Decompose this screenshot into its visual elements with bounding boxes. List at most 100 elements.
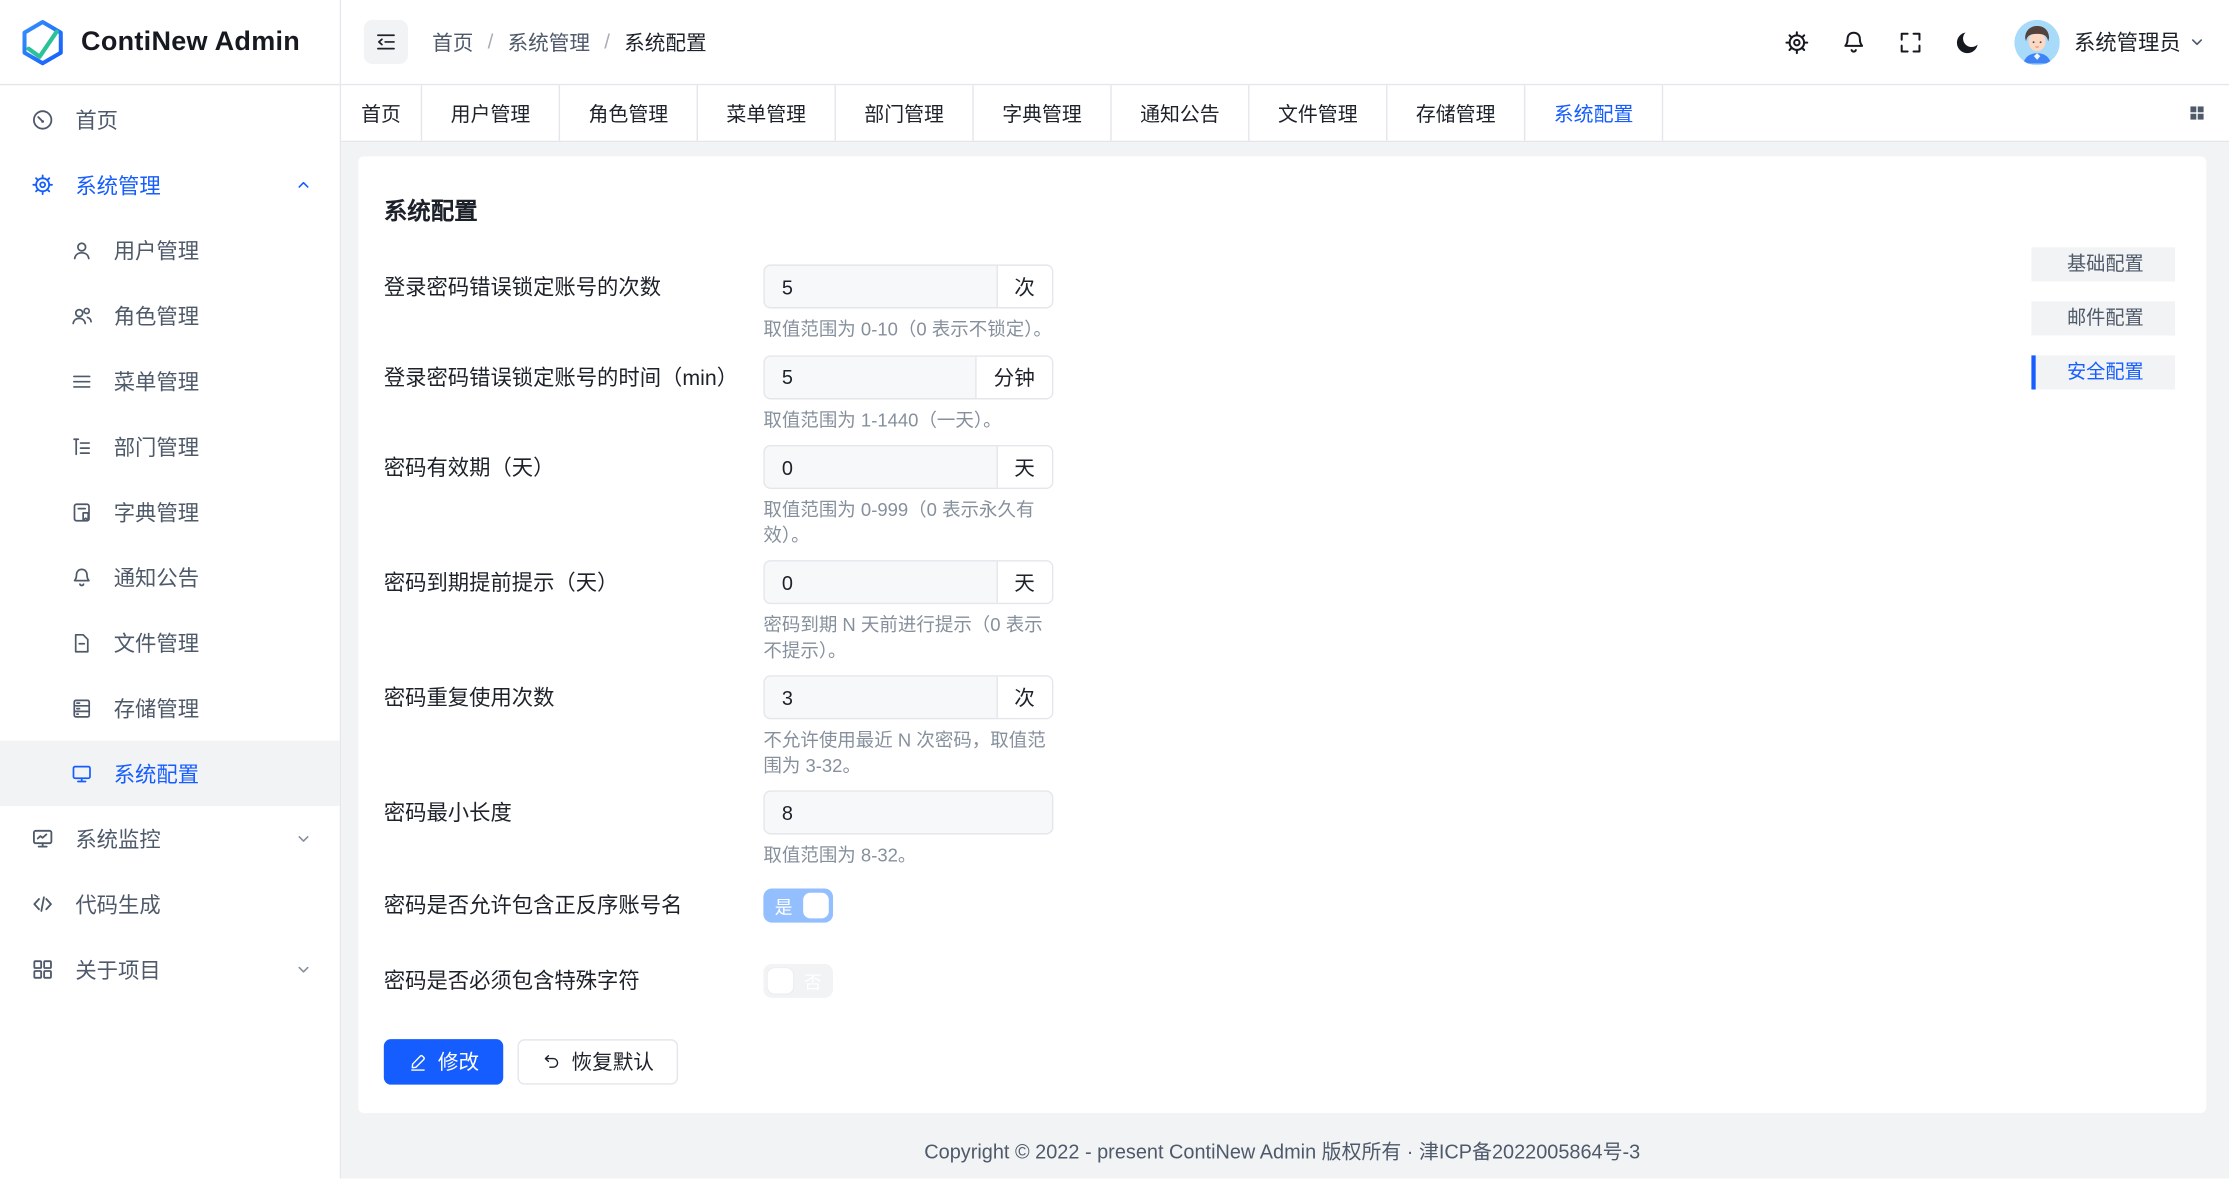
field-hint: 不允许使用最近 N 次密码，取值范围为 3-32。 <box>763 728 1059 778</box>
reset-default-button[interactable]: 恢复默认 <box>517 1038 678 1083</box>
config-form: 登录密码错误锁定账号的次数5次取值范围为 0-10（0 表示不锁定）。登录密码错… <box>384 264 2181 997</box>
app-window: ContiNew Admin 首页系统管理用户管理角色管理菜单管理部门管理字典管… <box>0 0 2229 1179</box>
input-unit: 天 <box>996 446 1052 487</box>
input-password-expiration-warning-days[interactable]: 0天 <box>763 560 1053 604</box>
field-label: 密码是否允许包含正反序账号名 <box>384 890 764 920</box>
input-password-expiration-days[interactable]: 0天 <box>763 445 1053 489</box>
avatar[interactable] <box>2014 19 2059 64</box>
tab-user-management[interactable]: 用户管理 <box>422 85 560 140</box>
sidebar-item-home[interactable]: 首页 <box>0 87 340 152</box>
sidebar-subitem-label: 用户管理 <box>114 235 199 265</box>
tab-dict-management[interactable]: 字典管理 <box>974 85 1112 140</box>
breadcrumb-item-home[interactable]: 首页 <box>432 27 473 57</box>
tree-icon <box>70 434 94 458</box>
save-button[interactable]: 修改 <box>384 1038 503 1083</box>
anchor-item-mail-config[interactable]: 邮件配置 <box>2031 301 2175 335</box>
input-value: 3 <box>765 677 996 718</box>
fullscreen-button[interactable] <box>1888 18 1935 65</box>
page-title: 系统配置 <box>384 192 2181 226</box>
sidebar-subitem-label: 存储管理 <box>114 693 199 723</box>
gear-icon <box>30 172 56 198</box>
input-value: 8 <box>765 792 1052 833</box>
sidebar-subitem-notice[interactable]: 通知公告 <box>0 544 340 609</box>
fullscreen-icon <box>1897 28 1925 56</box>
input-password-repetition-times[interactable]: 3次 <box>763 675 1053 719</box>
sidebar: ContiNew Admin 首页系统管理用户管理角色管理菜单管理部门管理字典管… <box>0 0 341 1178</box>
edit-icon <box>408 1051 428 1071</box>
form-actions: 修改 恢复默认 <box>384 1038 2181 1083</box>
input-login-lock-minutes[interactable]: 5分钟 <box>763 355 1053 399</box>
sidebar-subitem-storage-management[interactable]: 存储管理 <box>0 675 340 740</box>
switch-state-text: 否 <box>804 967 822 994</box>
sidebar-collapse-button[interactable] <box>364 20 408 64</box>
chevron-down-icon <box>2188 33 2206 51</box>
logo-icon <box>18 18 66 66</box>
input-value: 0 <box>765 446 996 487</box>
input-unit: 天 <box>996 562 1052 603</box>
breadcrumb-separator: / <box>604 31 610 54</box>
copyright-text: Copyright © 2022 - present ContiNew Admi… <box>924 1137 1640 1165</box>
bell-icon <box>70 565 94 589</box>
tab-storage-management[interactable]: 存储管理 <box>1387 85 1525 140</box>
sidebar-subitem-system-config[interactable]: 系统配置 <box>0 741 340 806</box>
switch-knob <box>803 892 829 918</box>
tab-role-management[interactable]: 角色管理 <box>560 85 698 140</box>
code-icon <box>30 891 56 917</box>
switch-knob <box>768 967 794 993</box>
sidebar-subitem-dept-management[interactable]: 部门管理 <box>0 414 340 479</box>
switch-password-allow-contain-username[interactable]: 是 <box>763 888 833 922</box>
breadcrumb: 首页/系统管理/系统配置 <box>432 27 706 57</box>
chevron-up-icon <box>294 176 312 194</box>
breadcrumb-item-system-management[interactable]: 系统管理 <box>508 27 590 57</box>
anchor-item-basic-config[interactable]: 基础配置 <box>2031 247 2175 281</box>
input-value: 5 <box>765 356 975 397</box>
app-title: ContiNew Admin <box>81 26 300 57</box>
sidebar-subitem-label: 系统配置 <box>114 758 199 788</box>
monitor-icon <box>70 761 94 785</box>
tab-file-management[interactable]: 文件管理 <box>1250 85 1388 140</box>
undo-icon <box>542 1051 562 1071</box>
dict-icon <box>70 500 94 524</box>
anchor-item-security-config[interactable]: 安全配置 <box>2031 355 2175 389</box>
sidebar-subitem-menu-management[interactable]: 菜单管理 <box>0 348 340 413</box>
dark-mode-button[interactable] <box>1945 18 1992 65</box>
sidebar-item-label: 关于项目 <box>75 955 160 985</box>
topbar-actions: 系统管理员 <box>1764 18 2206 65</box>
sidebar-menu: 首页系统管理用户管理角色管理菜单管理部门管理字典管理通知公告文件管理存储管理系统… <box>0 85 340 1002</box>
sidebar-subitem-user-management[interactable]: 用户管理 <box>0 217 340 282</box>
users-icon <box>70 304 94 328</box>
config-card: 系统配置 登录密码错误锁定账号的次数5次取值范围为 0-10（0 表示不锁定）。… <box>358 156 2206 1112</box>
field-hint: 密码到期 N 天前进行提示（0 表示不提示）。 <box>763 613 1059 663</box>
form-field-login-lock-minutes: 登录密码错误锁定账号的时间（min）5分钟取值范围为 1-1440（一天）。 <box>384 355 2181 432</box>
sidebar-item-code-generation[interactable]: 代码生成 <box>0 871 340 936</box>
switch-state-text: 是 <box>775 891 793 918</box>
sidebar-subitem-role-management[interactable]: 角色管理 <box>0 283 340 348</box>
tab-menu-management[interactable]: 菜单管理 <box>698 85 836 140</box>
user-menu[interactable]: 系统管理员 <box>2074 27 2206 57</box>
sidebar-subitem-file-management[interactable]: 文件管理 <box>0 610 340 675</box>
sidebar-subitem-dict-management[interactable]: 字典管理 <box>0 479 340 544</box>
switch-password-require-special-char[interactable]: 否 <box>763 963 833 997</box>
field-label: 密码是否必须包含特殊字符 <box>384 965 764 995</box>
sidebar-item-system-management[interactable]: 系统管理 <box>0 152 340 217</box>
topbar: 首页/系统管理/系统配置 系统管理员 <box>341 0 2229 85</box>
sidebar-item-about-project[interactable]: 关于项目 <box>0 937 340 1002</box>
form-field-password-allow-contain-username: 密码是否允许包含正反序账号名是 <box>384 888 2181 922</box>
tab-system-config[interactable]: 系统配置 <box>1525 85 1663 140</box>
field-label: 密码有效期（天） <box>384 445 764 547</box>
logo[interactable]: ContiNew Admin <box>0 0 340 85</box>
sidebar-item-label: 代码生成 <box>75 889 160 919</box>
field-hint: 取值范围为 1-1440（一天）。 <box>763 407 1059 432</box>
input-password-min-length[interactable]: 8 <box>763 790 1053 834</box>
sidebar-item-label: 首页 <box>75 104 118 134</box>
tab-notice[interactable]: 通知公告 <box>1112 85 1250 140</box>
tab-dept-management[interactable]: 部门管理 <box>836 85 974 140</box>
notifications-button[interactable] <box>1831 18 1878 65</box>
sidebar-item-system-monitor[interactable]: 系统监控 <box>0 806 340 871</box>
sidebar-subitem-label: 文件管理 <box>114 628 199 658</box>
tab-home[interactable]: 首页 <box>341 85 422 140</box>
monitor-chart-icon <box>30 826 56 852</box>
tab-list-button[interactable] <box>2165 85 2229 140</box>
settings-button[interactable] <box>1774 18 1821 65</box>
input-login-lock-count[interactable]: 5次 <box>763 264 1053 308</box>
